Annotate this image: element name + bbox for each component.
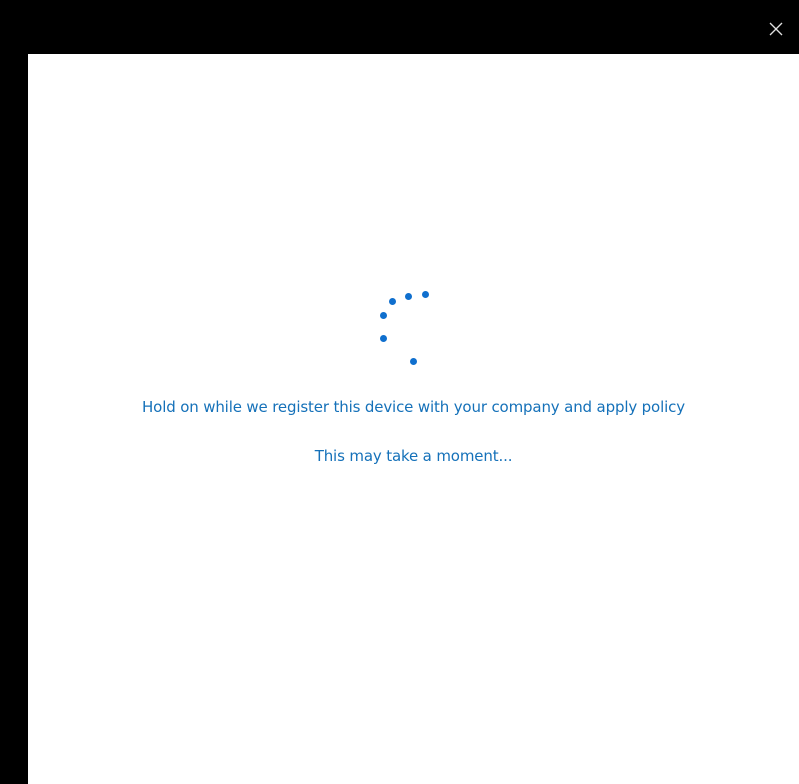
spinner-dot (410, 358, 417, 365)
spinner-dot (405, 293, 412, 300)
wait-message: This may take a moment... (314, 447, 513, 465)
registration-dialog: Hold on while we register this device wi… (28, 4, 799, 784)
close-button[interactable] (753, 16, 799, 56)
spinner-dot (422, 291, 429, 298)
title-bar (28, 4, 799, 54)
registration-message: Hold on while we register this device wi… (142, 398, 685, 416)
desktop-background: Hold on while we register this device wi… (0, 0, 799, 784)
loading-spinner-icon (28, 54, 799, 784)
dialog-content: Hold on while we register this device wi… (28, 54, 799, 784)
spinner-dot (389, 298, 396, 305)
close-icon (769, 22, 783, 36)
spinner-dot (380, 312, 387, 319)
spinner-dot (380, 335, 387, 342)
